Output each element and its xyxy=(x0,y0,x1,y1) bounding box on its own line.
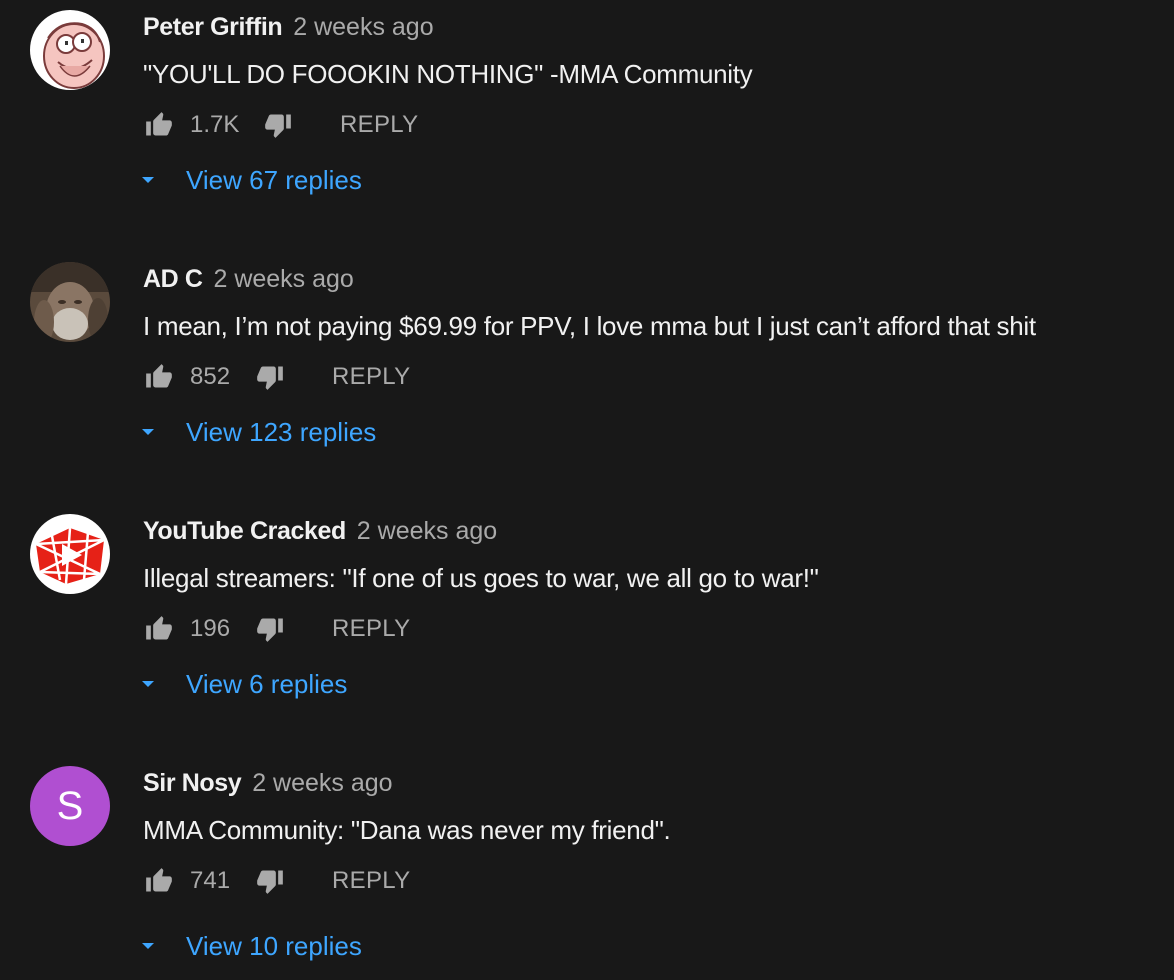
comment-author[interactable]: YouTube Cracked xyxy=(143,517,346,545)
view-replies-label: View 67 replies xyxy=(186,164,362,195)
reply-button[interactable]: REPLY xyxy=(332,867,410,895)
comment-timestamp[interactable]: 2 weeks ago xyxy=(357,517,497,545)
reply-button[interactable]: REPLY xyxy=(340,111,418,139)
dislike-button[interactable] xyxy=(254,865,286,897)
comment-header: AD C 2 weeks ago xyxy=(143,264,354,294)
like-count: 196 xyxy=(190,615,231,642)
view-replies-button[interactable]: View 10 replies xyxy=(138,926,362,966)
comment-timestamp[interactable]: 2 weeks ago xyxy=(252,769,392,797)
thumbs-up-icon xyxy=(146,364,172,388)
dislike-button[interactable] xyxy=(254,361,286,393)
like-button[interactable] xyxy=(143,109,175,141)
letter-avatar[interactable]: S xyxy=(30,766,110,846)
like-count: 1.7K xyxy=(190,111,240,138)
caret-down-icon xyxy=(142,943,154,949)
photo-avatar[interactable] xyxy=(30,262,110,342)
like-button[interactable] xyxy=(143,865,175,897)
view-replies-button[interactable]: View 6 replies xyxy=(138,664,347,704)
caret-down-icon xyxy=(142,177,154,183)
comment-actions: 852 REPLY xyxy=(143,357,410,397)
comment-text: Illegal streamers: "If one of us goes to… xyxy=(143,563,819,593)
like-count: 741 xyxy=(190,867,231,894)
like-button[interactable] xyxy=(143,361,175,393)
comment-thread: AD C 2 weeks ago I mean, I’m not paying … xyxy=(0,252,1174,504)
dislike-button[interactable] xyxy=(262,109,294,141)
thumbs-down-icon xyxy=(265,114,291,138)
peter-griffin-avatar[interactable] xyxy=(30,10,110,90)
thumbs-down-icon xyxy=(257,366,283,390)
comment-actions: 741 REPLY xyxy=(143,861,410,901)
comment-header: Peter Griffin 2 weeks ago xyxy=(143,12,434,42)
comment-actions: 196 REPLY xyxy=(143,609,410,649)
dislike-button[interactable] xyxy=(254,613,286,645)
view-replies-button[interactable]: View 123 replies xyxy=(138,412,376,452)
thumbs-down-icon xyxy=(257,618,283,642)
thumbs-down-icon xyxy=(257,870,283,894)
reply-button[interactable]: REPLY xyxy=(332,363,410,391)
comment-text: I mean, I’m not paying $69.99 for PPV, I… xyxy=(143,311,1036,341)
comment-text: "YOU'LL DO FOOOKIN NOTHING" -MMA Communi… xyxy=(143,59,753,89)
comment-timestamp[interactable]: 2 weeks ago xyxy=(213,265,353,293)
comment-header: YouTube Cracked 2 weeks ago xyxy=(143,516,497,546)
cracked-youtube-logo-avatar[interactable] xyxy=(30,514,110,594)
view-replies-button[interactable]: View 67 replies xyxy=(138,160,362,200)
comment-thread: YouTube Cracked 2 weeks ago Illegal stre… xyxy=(0,504,1174,756)
thumbs-up-icon xyxy=(146,112,172,136)
like-count: 852 xyxy=(190,363,231,390)
view-replies-label: View 10 replies xyxy=(186,930,362,961)
comment-thread: Peter Griffin 2 weeks ago "YOU'LL DO FOO… xyxy=(0,0,1174,252)
like-button[interactable] xyxy=(143,613,175,645)
caret-down-icon xyxy=(142,429,154,435)
thumbs-up-icon xyxy=(146,868,172,892)
comment-actions: 1.7K REPLY xyxy=(143,105,418,145)
caret-down-icon xyxy=(142,681,154,687)
thumbs-up-icon xyxy=(146,616,172,640)
comment-thread: S Sir Nosy 2 weeks ago MMA Community: "D… xyxy=(0,756,1174,980)
reply-button[interactable]: REPLY xyxy=(332,615,410,643)
comment-text: MMA Community: "Dana was never my friend… xyxy=(143,815,671,845)
comment-author[interactable]: Peter Griffin xyxy=(143,13,283,41)
comment-author[interactable]: AD C xyxy=(143,265,203,293)
comment-timestamp[interactable]: 2 weeks ago xyxy=(293,13,433,41)
view-replies-label: View 123 replies xyxy=(186,416,377,447)
avatar-letter: S xyxy=(56,783,84,828)
view-replies-label: View 6 replies xyxy=(186,668,348,699)
comment-author[interactable]: Sir Nosy xyxy=(143,769,242,797)
comment-header: Sir Nosy 2 weeks ago xyxy=(143,768,393,798)
